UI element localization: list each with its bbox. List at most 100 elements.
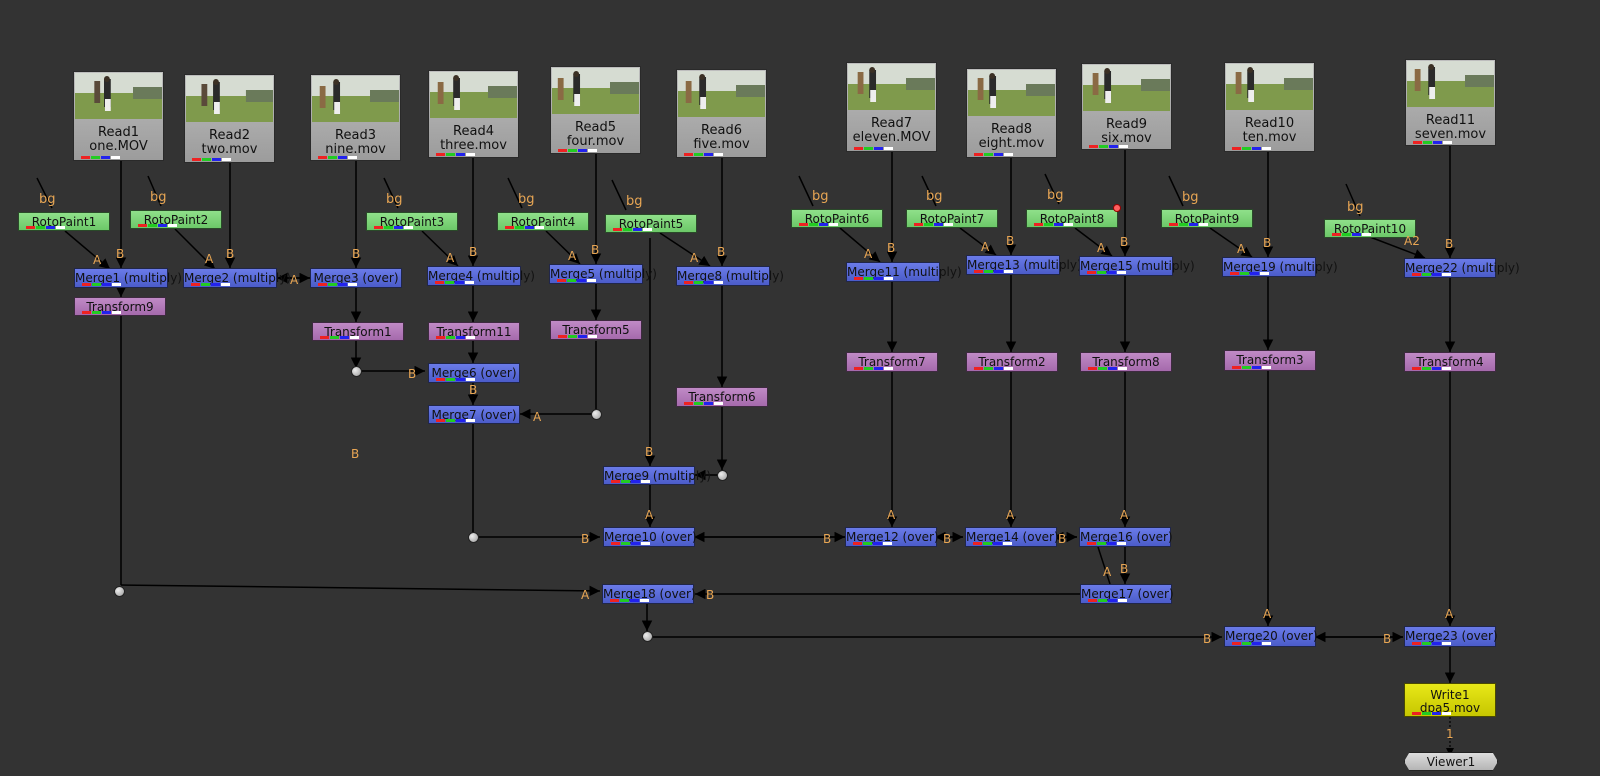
dot-node[interactable] <box>468 532 479 543</box>
input-b-label: B <box>717 245 726 259</box>
read5-node[interactable]: Read5 four.mov <box>550 66 641 154</box>
merge8-node[interactable]: Merge8 (multiply) <box>676 266 784 286</box>
merge4-node[interactable]: Merge4 (multiply) <box>427 266 535 286</box>
bg-input-label: bg <box>1347 200 1364 215</box>
dot-node[interactable] <box>591 409 602 420</box>
dot-node[interactable] <box>351 366 362 377</box>
transform4-node[interactable]: Transform4 <box>1404 352 1496 372</box>
merge2-node[interactable]: Merge2 (multiply) <box>183 268 291 288</box>
merge11-node[interactable]: Merge11 (multiply) <box>846 262 962 282</box>
input-a2-label: A2 <box>1404 234 1420 248</box>
merge1-node[interactable]: Merge1 (multiply) <box>74 268 182 288</box>
transform3-node[interactable]: Transform3 <box>1224 350 1316 371</box>
read8-node[interactable]: Read8 eight.mov <box>966 68 1057 158</box>
merge22-node[interactable]: Merge22 (multiply) <box>1404 258 1520 278</box>
warning-icon <box>1113 204 1121 212</box>
merge20-node[interactable]: Merge20 (over) <box>1224 626 1318 647</box>
node-file: seven.mov <box>1414 127 1487 142</box>
merge6-node[interactable]: Merge6 (over) <box>428 363 520 383</box>
input-b-label: B <box>1383 632 1392 646</box>
merge13-node[interactable]: Merge13 (multiply) <box>966 255 1082 275</box>
read10-node[interactable]: Read10 ten.mov <box>1224 62 1315 152</box>
transform5-node[interactable]: Transform5 <box>550 320 642 340</box>
read11-node[interactable]: Read11 seven.mov <box>1405 59 1496 146</box>
input-a-label: A <box>690 251 699 265</box>
merge16-node[interactable]: Merge16 (over) <box>1079 527 1173 547</box>
thumbnail <box>1226 64 1313 110</box>
input-b-label: B <box>1006 234 1015 248</box>
read4-node[interactable]: Read4 three.mov <box>428 70 519 158</box>
input-b-label: B <box>351 447 360 461</box>
bg-input-label: bg <box>518 192 535 207</box>
input-a-label: A <box>1263 607 1272 621</box>
node-file: eleven.MOV <box>852 130 931 145</box>
input-b-label: B <box>591 243 600 257</box>
input-b-label: B <box>706 588 715 602</box>
bg-input-label: bg <box>626 194 643 209</box>
thumbnail <box>312 76 399 122</box>
dot-node[interactable] <box>642 631 653 642</box>
write1-node[interactable]: Write1 dpa5.mov <box>1404 683 1496 717</box>
node-label: Viewer1 <box>1426 755 1476 769</box>
node-label: Read10 <box>1244 116 1295 131</box>
input-a-label: A <box>1445 607 1454 621</box>
merge7-node[interactable]: Merge7 (over) <box>428 405 520 424</box>
viewer1-node[interactable]: Viewer1 <box>1404 752 1498 771</box>
rotopaint4-node[interactable]: RotoPaint4 <box>497 212 589 231</box>
merge10-node[interactable]: Merge10 (over) <box>603 527 697 547</box>
transform8-node[interactable]: Transform8 <box>1080 352 1172 372</box>
node-file: five.mov <box>693 137 750 152</box>
input-a-label: A <box>533 410 542 424</box>
node-file: three.mov <box>440 138 507 153</box>
node-file: two.mov <box>201 142 258 157</box>
merge17-node[interactable]: Merge17 (over) <box>1080 584 1174 604</box>
input-b-label: B <box>408 367 417 381</box>
merge15-node[interactable]: Merge15 (multiply) <box>1079 256 1195 276</box>
input-b-label: B <box>1120 235 1129 249</box>
input-a-label: A <box>581 588 590 602</box>
merge23-node[interactable]: Merge23 (over) <box>1404 626 1498 647</box>
read6-node[interactable]: Read6 five.mov <box>676 69 767 158</box>
node-label: Read8 <box>991 122 1032 137</box>
input-a-label: A <box>1237 242 1246 256</box>
input-a-label: A <box>446 251 455 265</box>
transform1-node[interactable]: Transform1 <box>312 322 404 341</box>
node-graph[interactable]: Read1 one.MOV Read2 two.mov Read3 nine.mov … <box>0 0 1600 776</box>
rotopaint6-node[interactable]: RotoPaint6 <box>791 209 883 228</box>
input-b-label: B <box>1120 562 1129 576</box>
read9-node[interactable]: Read9 six.mov <box>1081 63 1172 150</box>
transform7-node[interactable]: Transform7 <box>846 352 938 372</box>
input-a-label: A <box>981 240 990 254</box>
bg-input-label: bg <box>1047 188 1064 203</box>
rotopaint1-node[interactable]: RotoPaint1 <box>18 212 110 231</box>
rotopaint8-node[interactable]: RotoPaint8 <box>1026 209 1118 228</box>
merge12-node[interactable]: Merge12 (over) <box>845 527 939 547</box>
merge14-node[interactable]: Merge14 (over) <box>965 527 1059 547</box>
transform9-node[interactable]: Transform9 <box>74 297 166 316</box>
rotopaint3-node[interactable]: RotoPaint3 <box>366 212 458 231</box>
dot-node[interactable] <box>717 470 728 481</box>
read3-node[interactable]: Read3 nine.mov <box>310 74 401 161</box>
merge19-node[interactable]: Merge19 (multiply) <box>1222 257 1338 277</box>
merge5-node[interactable]: Merge5 (multiply) <box>549 264 657 284</box>
transform2-node[interactable]: Transform2 <box>966 352 1058 372</box>
node-label: Read6 <box>701 123 742 138</box>
bg-input-label: bg <box>812 189 829 204</box>
merge18-node[interactable]: Merge18 (over) <box>602 584 696 604</box>
rotopaint2-node[interactable]: RotoPaint2 <box>130 210 222 229</box>
merge9-node[interactable]: Merge9 (multiply) <box>603 466 711 485</box>
merge3-node[interactable]: Merge3 (over) <box>310 268 402 288</box>
transform6-node[interactable]: Transform6 <box>676 387 768 407</box>
thumbnail <box>552 68 639 114</box>
input-b-label: B <box>645 445 654 459</box>
read1-node[interactable]: Read1 one.MOV <box>73 71 164 161</box>
rotopaint10-node[interactable]: RotoPaint10 <box>1324 219 1416 238</box>
transform11-node[interactable]: Transform11 <box>428 322 520 341</box>
input-b-label: B <box>1263 236 1272 250</box>
read7-node[interactable]: Read7 eleven.MOV <box>846 62 937 152</box>
read2-node[interactable]: Read2 two.mov <box>184 74 275 163</box>
dot-node[interactable] <box>114 586 125 597</box>
rotopaint5-node[interactable]: RotoPaint5 <box>605 214 697 233</box>
rotopaint7-node[interactable]: RotoPaint7 <box>906 209 998 228</box>
rotopaint9-node[interactable]: RotoPaint9 <box>1161 209 1253 228</box>
